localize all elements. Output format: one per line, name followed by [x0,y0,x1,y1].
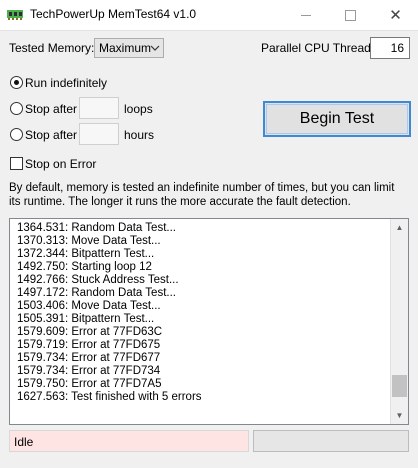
stop-after-loops-label: Stop after [25,102,78,116]
log-line: 1505.391: Bitpattern Test... [17,313,155,325]
threads-label: Parallel CPU Threads: [261,41,381,55]
log-line: 1627.563: Test finished with 5 errors [17,391,202,403]
log-line: 1579.734: Error at 77FD734 [17,365,161,377]
progress-bar [253,430,409,452]
stop-after-hours-radio[interactable] [10,128,23,141]
log-line: 1370.313: Move Data Test... [17,235,161,247]
hours-label: hours [124,128,155,142]
log-line: 1492.750: Starting loop 12 [17,261,152,273]
begin-test-button[interactable]: Begin Test [263,101,411,137]
stop-on-error-checkbox[interactable] [10,157,23,170]
scroll-thumb[interactable] [392,374,407,397]
close-icon: ✕ [389,7,402,24]
log-scrollbar[interactable]: ▲ ▼ [390,219,408,424]
begin-test-label: Begin Test [299,110,375,127]
memory-chip-icon [7,10,23,20]
log-line: 1503.406: Move Data Test... [17,300,161,312]
stop-on-error-label: Stop on Error [25,157,97,171]
tested-memory-label: Tested Memory: [9,41,95,55]
log-line: 1364.531: Random Data Test... [17,222,176,234]
maximize-button[interactable] [328,0,373,30]
log-line: 1492.766: Stuck Address Test... [17,274,179,286]
log-line: 1497.172: Random Data Test... [17,287,176,299]
tested-memory-value: Maximum [99,41,152,55]
close-button[interactable]: ✕ [373,0,418,30]
tested-memory-select[interactable]: Maximum [94,38,164,58]
threads-value: 16 [390,41,404,55]
minimize-button[interactable] [283,0,328,30]
log-line: 1579.609: Error at 77FD63C [17,326,163,338]
loops-input[interactable] [79,97,119,119]
run-indefinitely-radio[interactable] [10,76,23,89]
log-box[interactable]: 1364.531: Random Data Test... 1370.313: M… [9,218,409,425]
title-bar: TechPowerUp MemTest64 v1.0 ✕ [0,0,418,31]
scroll-up-arrow-icon[interactable]: ▲ [391,219,408,236]
log-line: 1579.750: Error at 77FD7A5 [17,378,162,390]
log-line: 1579.734: Error at 77FD677 [17,352,161,364]
status-field: Idle [9,430,249,452]
scroll-down-arrow-icon[interactable]: ▼ [391,407,408,424]
log-line: 1372.344: Bitpattern Test... [17,248,155,260]
loops-label: loops [124,102,153,116]
maximize-icon [345,9,356,21]
stop-after-loops-radio[interactable] [10,102,23,115]
minimize-icon [300,14,311,16]
chevron-down-icon [150,45,160,51]
description-text: By default, memory is tested an indefini… [9,182,395,208]
window-title: TechPowerUp MemTest64 v1.0 [30,7,197,21]
log-line: 1579.719: Error at 77FD675 [17,339,161,351]
stop-after-hours-label: Stop after [25,128,78,142]
run-indefinitely-label: Run indefinitely [25,76,108,90]
threads-input[interactable]: 16 [370,37,410,59]
hours-input[interactable] [79,123,119,145]
log-lines: 1364.531: Random Data Test... 1370.313: M… [17,222,202,404]
status-text: Idle [14,435,34,449]
